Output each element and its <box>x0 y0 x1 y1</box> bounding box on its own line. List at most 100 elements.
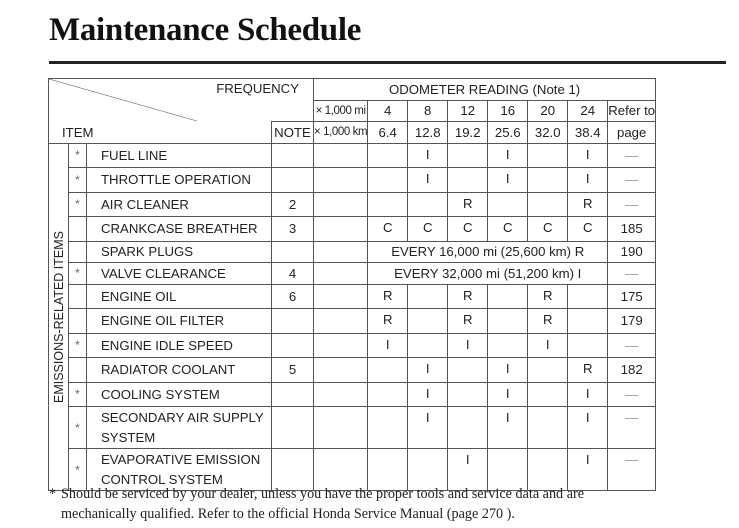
dealer-service-marker: * <box>68 142 87 168</box>
dealer-service-marker <box>68 240 87 263</box>
reference-page: — <box>607 142 657 168</box>
service-action: I <box>407 142 449 168</box>
service-action: I <box>367 332 409 358</box>
item-note <box>271 167 314 193</box>
km-12-8: 12.8 <box>407 121 449 144</box>
service-action <box>447 357 489 383</box>
header-row-1: FREQUENCY ODOMETER READING (Note 1) <box>48 78 657 122</box>
km-32-0: 32.0 <box>527 121 569 144</box>
service-action: R <box>527 308 569 334</box>
unit-spacer <box>312 167 369 193</box>
reference-page: 185 <box>607 216 657 242</box>
item-note: 2 <box>271 191 314 217</box>
reference-page: — <box>607 448 657 491</box>
service-action: I <box>407 406 449 449</box>
service-action: C <box>407 216 449 242</box>
service-action <box>407 283 449 309</box>
service-action <box>527 191 569 217</box>
service-action: I <box>487 167 529 193</box>
service-action: R <box>447 191 489 217</box>
table-row: CRANKCASE BREATHER 3 C C C C C C 185 <box>49 216 657 242</box>
service-action: R <box>367 283 409 309</box>
service-action: C <box>567 216 609 242</box>
service-action <box>527 406 569 449</box>
unit-spacer <box>312 216 369 242</box>
dealer-service-marker <box>68 216 87 242</box>
service-action <box>487 332 529 358</box>
emissions-related-items-label: EMISSIONS-RELATED ITEMS <box>51 230 66 403</box>
service-action: I <box>407 167 449 193</box>
service-action <box>487 283 529 309</box>
service-action: R <box>447 308 489 334</box>
miles-16: 16 <box>487 99 529 122</box>
item-note: 4 <box>271 262 314 285</box>
dealer-service-marker: * <box>68 191 87 217</box>
service-action <box>367 381 409 407</box>
reference-page: 182 <box>607 357 657 383</box>
service-action: R <box>527 283 569 309</box>
table-row: ENGINE OIL 6 R R R 175 <box>49 283 657 309</box>
table-row: ENGINE OIL FILTER R R R 179 <box>49 308 657 334</box>
service-action: I <box>487 142 529 168</box>
reference-page: 175 <box>607 283 657 309</box>
service-action: C <box>527 216 569 242</box>
service-action: I <box>447 332 489 358</box>
service-action <box>527 357 569 383</box>
group-label-cell: EMISSIONS-RELATED ITEMS <box>48 142 69 491</box>
footnote: * Should be serviced by your dealer, unle… <box>49 484 584 524</box>
service-action: I <box>567 406 609 449</box>
service-action: I <box>527 332 569 358</box>
table-row: SPARK PLUGS EVERY 16,000 mi (25,600 km) R… <box>49 240 657 263</box>
miles-24: 24 <box>567 99 609 122</box>
service-action <box>567 308 609 334</box>
km-6-4: 6.4 <box>367 121 409 144</box>
service-action: R <box>367 308 409 334</box>
item-name: ENGINE OIL <box>86 283 272 309</box>
item-name: AIR CLEANER <box>86 191 272 217</box>
service-action <box>487 191 529 217</box>
dealer-service-marker <box>68 308 87 334</box>
service-action: I <box>567 142 609 168</box>
refer-to-label: Refer to <box>607 99 657 122</box>
maintenance-schedule-table: FREQUENCY ODOMETER READING (Note 1) × 1,… <box>48 78 657 491</box>
footnote-line-2: mechanically qualified. Refer to the off… <box>61 506 515 522</box>
table-row: * AIR CLEANER 2 R R — <box>49 191 657 217</box>
service-action <box>527 167 569 193</box>
item-name: SECONDARY AIR SUPPLY <box>86 406 272 428</box>
frequency-label: FREQUENCY <box>216 81 299 96</box>
miles-4: 4 <box>367 99 409 122</box>
reference-page: — <box>607 262 657 285</box>
dealer-service-marker: * <box>68 381 87 407</box>
item-name-line-2: SYSTEM <box>86 427 272 449</box>
dealer-service-marker: * <box>68 262 87 285</box>
table-row: * VALVE CLEARANCE 4 EVERY 32,000 mi (51,200… <box>49 262 657 285</box>
reference-page: — <box>607 381 657 407</box>
item-note <box>271 142 314 168</box>
item-name: ENGINE IDLE SPEED <box>86 332 272 358</box>
table-row: * THROTTLE OPERATION I I I — <box>49 167 657 193</box>
service-action: I <box>567 167 609 193</box>
km-38-4: 38.4 <box>567 121 609 144</box>
table-row: * COOLING SYSTEM I I I — <box>49 381 657 407</box>
odometer-label: ODOMETER READING (Note 1) <box>312 78 657 101</box>
unit-spacer <box>312 332 369 358</box>
item-label: ITEM <box>48 121 272 144</box>
footnote-line-1: Should be serviced by your dealer, unles… <box>61 486 585 502</box>
service-action: C <box>367 216 409 242</box>
table-row: * ENGINE IDLE SPEED I I I — <box>49 332 657 358</box>
service-action <box>567 283 609 309</box>
km-25-6: 25.6 <box>487 121 529 144</box>
service-action <box>367 142 409 168</box>
unit-spacer <box>312 357 369 383</box>
service-action: R <box>567 357 609 383</box>
service-action: C <box>487 216 529 242</box>
reference-page: — <box>607 191 657 217</box>
service-action <box>367 167 409 193</box>
service-action <box>567 332 609 358</box>
header-diagonal-cell: FREQUENCY <box>48 78 314 122</box>
item-note <box>271 406 314 449</box>
item-name: FUEL LINE <box>86 142 272 168</box>
table-row: * SECONDARY AIR SUPPLY I I I — <box>49 406 657 449</box>
service-action <box>527 381 569 407</box>
miles-20: 20 <box>527 99 569 122</box>
